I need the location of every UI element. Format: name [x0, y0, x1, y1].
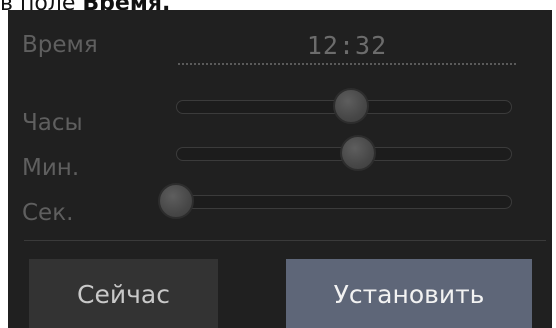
divider [24, 240, 546, 241]
time-label: Время [22, 32, 98, 58]
hours-slider[interactable] [176, 88, 512, 124]
hours-slider-handle[interactable] [333, 88, 370, 124]
seconds-slider-handle[interactable] [158, 183, 194, 219]
seconds-label: Сек. [22, 200, 74, 226]
set-button[interactable]: Установить [286, 259, 532, 328]
seconds-slider[interactable] [158, 183, 512, 219]
time-picker-panel: Время 12:32 Часы Мин. Сек. Сейчас Устано… [8, 10, 552, 328]
minutes-label: Мин. [22, 155, 80, 181]
now-button[interactable]: Сейчас [29, 259, 218, 328]
time-picker-screen: в поле Время. Время 12:32 Часы Мин. Сек.… [0, 0, 556, 328]
time-field[interactable]: 12:32 [178, 31, 516, 65]
hours-label: Часы [22, 110, 83, 136]
minutes-slider[interactable] [176, 135, 512, 171]
seconds-slider-track[interactable] [176, 195, 512, 209]
minutes-slider-handle[interactable] [340, 135, 377, 171]
